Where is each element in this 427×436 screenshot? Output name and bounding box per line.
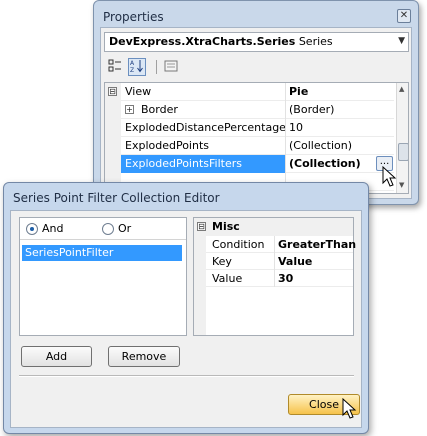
- radio-or[interactable]: Or: [102, 222, 131, 235]
- add-button[interactable]: Add: [21, 346, 92, 367]
- filters-panel: And Or SeriesPointFilter: [19, 217, 187, 336]
- filter-list: SeriesPointFilter: [20, 242, 186, 335]
- column-divider: [274, 236, 275, 253]
- row-gutter: [105, 119, 121, 137]
- column-divider: [285, 101, 286, 119]
- collection-editor-title: Series Point Filter Collection Editor: [13, 191, 220, 205]
- collapse-icon[interactable]: ⊟: [108, 87, 117, 96]
- scroll-down-icon[interactable]: ▼: [399, 181, 404, 189]
- radio-unselected-icon[interactable]: [102, 222, 114, 235]
- properties-window: Properties ✕ DevExpress.XtraCharts.Serie…: [93, 0, 419, 205]
- svg-text:Z: Z: [130, 67, 134, 73]
- radio-and-label: And: [42, 222, 64, 235]
- conjunction-radio-group: And Or: [20, 218, 186, 240]
- object-type-name: DevExpress.XtraCharts.Series: [109, 35, 296, 48]
- property-name: ExplodedDistancePercentage: [125, 121, 286, 134]
- mouse-cursor-icon: [342, 398, 357, 419]
- property-row-view[interactable]: ⊟ View Pie: [105, 83, 394, 101]
- divider: [19, 375, 354, 377]
- property-value[interactable]: Value: [278, 255, 312, 268]
- property-name: Condition: [212, 238, 265, 251]
- toolbar-separator: [156, 60, 157, 74]
- category-row-misc[interactable]: ⊟ Misc: [194, 218, 353, 236]
- category-label: Misc: [212, 220, 240, 233]
- object-name: Series: [298, 35, 333, 48]
- column-divider: [274, 270, 275, 287]
- property-value: (Border): [289, 103, 335, 116]
- property-row-value[interactable]: Value 30: [206, 270, 353, 287]
- close-icon[interactable]: ✕: [397, 9, 411, 23]
- radio-and[interactable]: And: [26, 222, 63, 235]
- property-name: Key: [212, 255, 232, 268]
- object-selector-dropdown[interactable]: DevExpress.XtraCharts.Series Series ▼: [104, 32, 409, 52]
- property-value[interactable]: 10: [289, 121, 303, 134]
- column-divider: [285, 119, 286, 137]
- property-value[interactable]: GreaterThan: [278, 238, 356, 251]
- properties-toolbar: AZ: [104, 56, 409, 78]
- properties-panel: DevExpress.XtraCharts.Series Series ▼ AZ…: [100, 27, 412, 199]
- property-value: (Collection): [289, 157, 361, 170]
- categorized-icon[interactable]: [106, 58, 124, 76]
- property-name: Value: [212, 272, 243, 285]
- property-row-key[interactable]: Key Value: [206, 253, 353, 270]
- collection-editor-body: And Or SeriesPointFilter ⊟ Misc Conditio…: [10, 210, 362, 428]
- property-row-border[interactable]: + Border (Border): [105, 101, 394, 119]
- property-grid: ⊟ View Pie + Border (Border) ExplodedDis…: [104, 82, 409, 194]
- collapse-icon[interactable]: ⊟: [197, 222, 206, 231]
- alphabetical-icon[interactable]: AZ: [128, 58, 146, 76]
- column-divider: [285, 137, 286, 155]
- expand-icon[interactable]: +: [125, 105, 134, 114]
- row-gutter: [105, 155, 121, 173]
- row-gutter: [105, 137, 121, 155]
- radio-selected-icon[interactable]: [26, 222, 38, 235]
- properties-window-title: Properties: [103, 10, 164, 24]
- list-item[interactable]: SeriesPointFilter: [22, 245, 182, 261]
- mouse-cursor-icon: [382, 166, 397, 187]
- property-name: View: [125, 85, 152, 98]
- property-pages-icon[interactable]: [162, 58, 180, 76]
- row-gutter: [105, 101, 121, 119]
- filter-property-grid: ⊟ Misc Condition GreaterThan Key Value V…: [193, 217, 356, 336]
- property-row-condition[interactable]: Condition GreaterThan: [206, 236, 356, 253]
- property-value: Pie: [289, 85, 309, 98]
- property-row-exploded-points[interactable]: ExplodedPoints (Collection): [105, 137, 394, 155]
- property-row-exploded-points-filters[interactable]: ExplodedPointsFilters (Collection) ...: [105, 155, 394, 173]
- chevron-down-icon[interactable]: ▼: [398, 36, 405, 46]
- column-divider: [285, 83, 286, 101]
- scrollbar-thumb[interactable]: [398, 143, 408, 161]
- column-divider: [274, 253, 275, 270]
- property-name: Border: [141, 103, 178, 116]
- radio-or-label: Or: [118, 222, 132, 235]
- column-divider: [285, 155, 286, 173]
- scroll-up-icon[interactable]: ▲: [399, 85, 404, 93]
- property-row-exploded-distance-percentage[interactable]: ExplodedDistancePercentage 10: [105, 119, 394, 137]
- property-name: ExplodedPointsFilters: [125, 157, 242, 170]
- collection-editor-window: Series Point Filter Collection Editor An…: [3, 182, 369, 434]
- property-value: (Collection): [289, 139, 352, 152]
- svg-text:A: A: [130, 60, 135, 67]
- remove-button[interactable]: Remove: [108, 346, 180, 367]
- property-name: ExplodedPoints: [125, 139, 210, 152]
- property-value[interactable]: 30: [278, 272, 293, 285]
